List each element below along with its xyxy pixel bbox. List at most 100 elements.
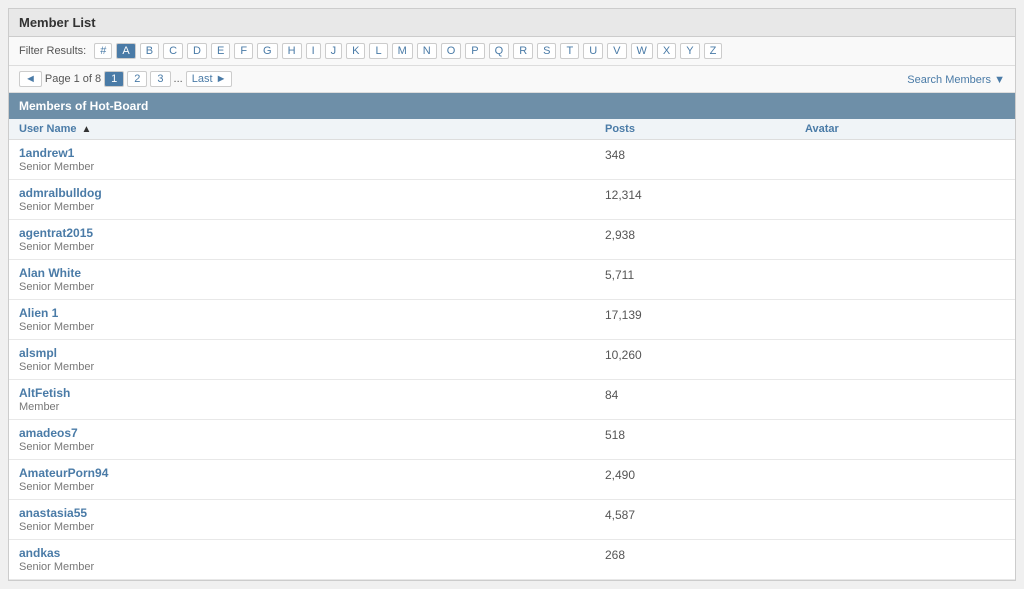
member-name[interactable]: Alien 1 — [19, 306, 58, 320]
member-role: Senior Member — [19, 201, 605, 213]
member-info: andkas Senior Member — [19, 546, 605, 573]
filter-btn-r[interactable]: R — [513, 43, 533, 59]
filter-btn-s[interactable]: S — [537, 43, 556, 59]
member-name[interactable]: admralbulldog — [19, 186, 102, 200]
table-row: Alien 1 Senior Member 17,139 — [9, 300, 1015, 340]
filter-btn-d[interactable]: D — [187, 43, 207, 59]
table-header: User Name ▲ Posts Avatar — [9, 119, 1015, 140]
filter-btn-c[interactable]: C — [163, 43, 183, 59]
pagination-left: ◄ Page 1 of 8 1 2 3 ... Last ► — [19, 71, 232, 87]
member-role: Senior Member — [19, 281, 605, 293]
filter-btn-m[interactable]: M — [392, 43, 413, 59]
last-page-button[interactable]: Last ► — [186, 71, 233, 87]
member-posts: 5,711 — [605, 266, 805, 282]
member-info: AltFetish Member — [19, 386, 605, 413]
member-posts: 17,139 — [605, 306, 805, 322]
member-posts: 10,260 — [605, 346, 805, 362]
filter-btn-w[interactable]: W — [631, 43, 653, 59]
table-row: agentrat2015 Senior Member 2,938 — [9, 220, 1015, 260]
member-role: Senior Member — [19, 481, 605, 493]
member-name[interactable]: anastasia55 — [19, 506, 87, 520]
filter-btn-y[interactable]: Y — [680, 43, 699, 59]
column-avatar[interactable]: Avatar — [805, 123, 1005, 135]
pagination-bar: ◄ Page 1 of 8 1 2 3 ... Last ► Search Me… — [9, 66, 1015, 93]
member-name[interactable]: AmateurPorn94 — [19, 466, 108, 480]
filter-btn-g[interactable]: G — [257, 43, 278, 59]
filter-btn-z[interactable]: Z — [704, 43, 723, 59]
member-role: Senior Member — [19, 361, 605, 373]
page-ellipsis: ... — [174, 73, 183, 85]
filter-bar: Filter Results: # A B C D E F G H I J K … — [9, 37, 1015, 66]
member-info: agentrat2015 Senior Member — [19, 226, 605, 253]
filter-btn-t[interactable]: T — [560, 43, 579, 59]
member-info: AmateurPorn94 Senior Member — [19, 466, 605, 493]
member-name[interactable]: Alan White — [19, 266, 81, 280]
filter-btn-o[interactable]: O — [441, 43, 462, 59]
filter-btn-n[interactable]: N — [417, 43, 437, 59]
table-row: AmateurPorn94 Senior Member 2,490 — [9, 460, 1015, 500]
member-role: Senior Member — [19, 321, 605, 333]
member-info: 1andrew1 Senior Member — [19, 146, 605, 173]
filter-btn-p[interactable]: P — [465, 43, 484, 59]
column-username[interactable]: User Name ▲ — [19, 123, 605, 135]
filter-btn-h[interactable]: H — [282, 43, 302, 59]
search-members-link[interactable]: Search Members ▼ — [907, 74, 1005, 86]
prev-arrow-icon: ◄ — [25, 73, 36, 85]
prev-page-button[interactable]: ◄ — [19, 71, 42, 87]
member-info: amadeos7 Senior Member — [19, 426, 605, 453]
members-list: 1andrew1 Senior Member 348 admralbulldog… — [9, 140, 1015, 580]
member-role: Senior Member — [19, 561, 605, 573]
member-posts: 12,314 — [605, 186, 805, 202]
member-role: Senior Member — [19, 241, 605, 253]
member-info: admralbulldog Senior Member — [19, 186, 605, 213]
member-name[interactable]: alsmpl — [19, 346, 57, 360]
section-header: Members of Hot-Board — [9, 93, 1015, 119]
page-info: Page 1 of 8 — [45, 73, 101, 85]
member-posts: 348 — [605, 146, 805, 162]
filter-btn-j[interactable]: J — [325, 43, 343, 59]
page-2-button[interactable]: 2 — [127, 71, 147, 87]
filter-btn-v[interactable]: V — [607, 43, 626, 59]
member-posts: 4,587 — [605, 506, 805, 522]
filter-btn-l[interactable]: L — [369, 43, 387, 59]
last-label: Last ► — [192, 73, 227, 85]
filter-btn-a[interactable]: A — [116, 43, 135, 59]
page-wrapper: Member List Filter Results: # A B C D E … — [8, 8, 1016, 581]
filter-btn-e[interactable]: E — [211, 43, 230, 59]
member-posts: 84 — [605, 386, 805, 402]
page-3-button[interactable]: 3 — [150, 71, 170, 87]
member-role: Senior Member — [19, 441, 605, 453]
table-row: Alan White Senior Member 5,711 — [9, 260, 1015, 300]
filter-btn-x[interactable]: X — [657, 43, 676, 59]
member-name[interactable]: agentrat2015 — [19, 226, 93, 240]
table-row: alsmpl Senior Member 10,260 — [9, 340, 1015, 380]
page-title: Member List — [9, 9, 1015, 37]
table-row: AltFetish Member 84 — [9, 380, 1015, 420]
filter-btn-b[interactable]: B — [140, 43, 159, 59]
column-posts[interactable]: Posts — [605, 123, 805, 135]
table-row: amadeos7 Senior Member 518 — [9, 420, 1015, 460]
filter-btn-q[interactable]: Q — [489, 43, 510, 59]
filter-btn-hash[interactable]: # — [94, 43, 112, 59]
filter-btn-f[interactable]: F — [234, 43, 253, 59]
filter-label: Filter Results: — [19, 45, 86, 57]
member-role: Senior Member — [19, 521, 605, 533]
member-name[interactable]: amadeos7 — [19, 426, 78, 440]
sort-arrow-icon: ▲ — [82, 124, 92, 135]
member-posts: 268 — [605, 546, 805, 562]
member-info: alsmpl Senior Member — [19, 346, 605, 373]
member-info: Alan White Senior Member — [19, 266, 605, 293]
filter-btn-k[interactable]: K — [346, 43, 365, 59]
member-name[interactable]: 1andrew1 — [19, 146, 74, 160]
table-row: admralbulldog Senior Member 12,314 — [9, 180, 1015, 220]
member-info: Alien 1 Senior Member — [19, 306, 605, 333]
page-1-button[interactable]: 1 — [104, 71, 124, 87]
member-name[interactable]: AltFetish — [19, 386, 70, 400]
search-members-container: Search Members ▼ — [907, 72, 1005, 86]
filter-btn-u[interactable]: U — [583, 43, 603, 59]
member-name[interactable]: andkas — [19, 546, 60, 560]
table-row: anastasia55 Senior Member 4,587 — [9, 500, 1015, 540]
member-posts: 518 — [605, 426, 805, 442]
filter-btn-i[interactable]: I — [306, 43, 321, 59]
member-role: Member — [19, 401, 605, 413]
